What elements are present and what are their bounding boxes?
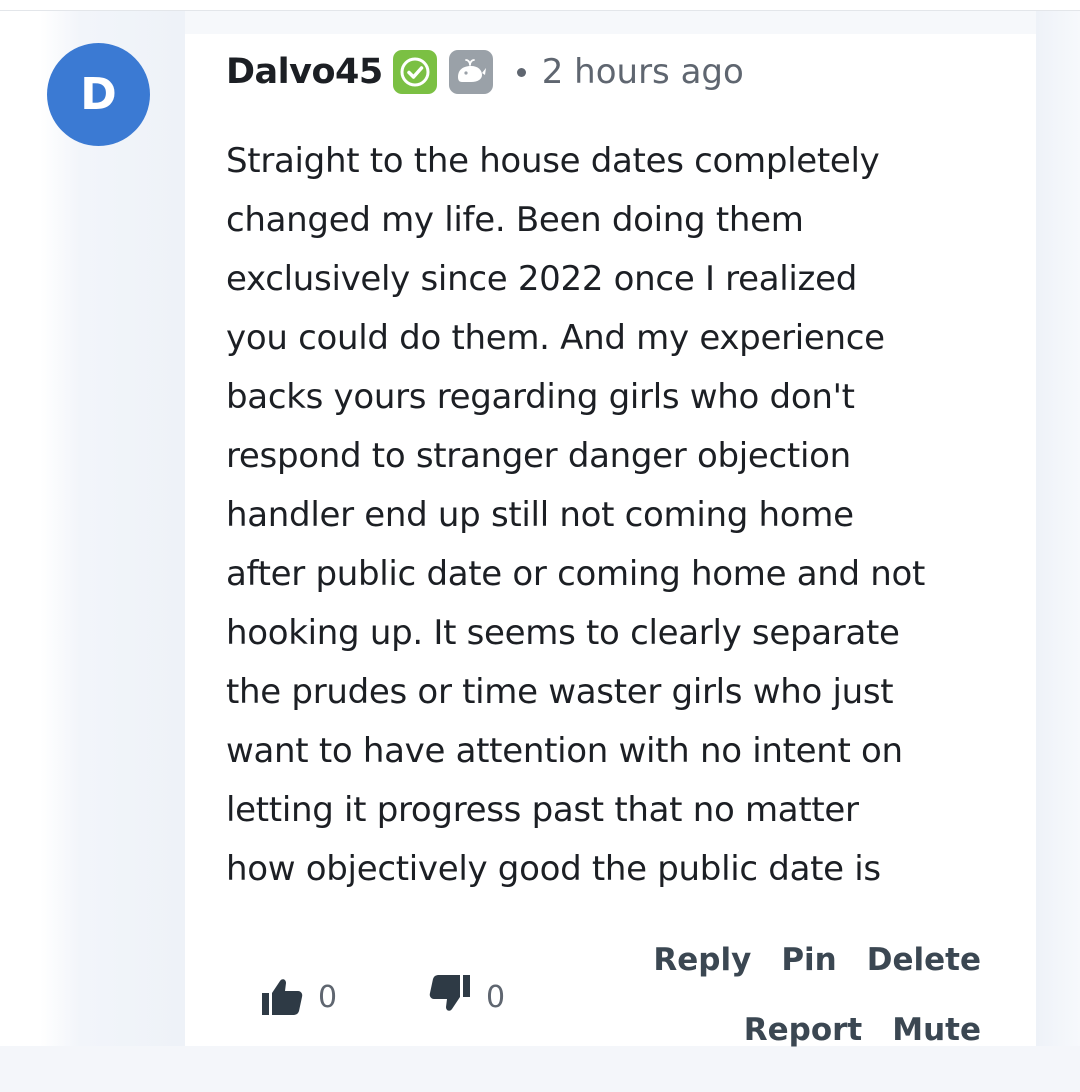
downvote-control[interactable]: 0 <box>428 972 505 1022</box>
reply-button[interactable]: Reply <box>653 938 751 982</box>
comment-body-line: Straight to the house dates completely <box>226 141 880 181</box>
pin-button[interactable]: Pin <box>781 938 836 982</box>
comment-body-line: changed my life. Been doing them <box>226 200 804 240</box>
comment-body-line: how objectively good the public date is <box>226 849 881 889</box>
comment-body-line: backs yours regarding girls who don't <box>226 377 855 417</box>
right-gutter <box>1036 11 1080 1046</box>
thumbs-down-icon[interactable] <box>428 973 472 1021</box>
whale-badge-icon <box>448 50 493 94</box>
comment-body-line: the prudes or time waster girls who just <box>226 672 894 712</box>
avatar[interactable]: D <box>47 43 150 146</box>
comment-body-line: letting it progress past that no matter <box>226 790 859 830</box>
report-button[interactable]: Report <box>744 1008 863 1052</box>
check-badge-icon <box>392 50 437 94</box>
comment-body-line: you could do them. And my experience <box>226 318 885 358</box>
comment-body-line: exclusively since 2022 once I realized <box>226 259 857 299</box>
comment-body-line: want to have attention with no intent on <box>226 731 903 771</box>
downvote-count: 0 <box>486 979 506 1015</box>
comment-actions-secondary: Report Mute <box>744 1008 981 1052</box>
upvote-control[interactable]: 0 <box>260 972 337 1022</box>
comment-header: Dalvo45 2 hours ago <box>226 44 744 100</box>
delete-button[interactable]: Delete <box>867 938 981 982</box>
left-gutter <box>0 11 185 1046</box>
comment-body-line: respond to stranger danger objection <box>226 436 851 476</box>
username[interactable]: Dalvo45 <box>226 52 383 92</box>
mute-button[interactable]: Mute <box>892 1008 981 1052</box>
top-divider <box>0 0 1080 11</box>
comment-body-line: hooking up. It seems to clearly separate <box>226 613 900 653</box>
upvote-count: 0 <box>318 979 338 1015</box>
comment-body-line: handler end up still not coming home <box>226 495 854 535</box>
timestamp: 2 hours ago <box>541 52 744 92</box>
comment-actions-primary: Reply Pin Delete <box>653 938 981 982</box>
comment-body-line: after public date or coming home and not <box>226 554 926 594</box>
thumbs-up-icon[interactable] <box>260 973 304 1021</box>
comment-body: Straight to the house dates completely c… <box>226 132 1016 899</box>
separator-dot <box>516 67 526 77</box>
bottom-band <box>0 1046 1080 1092</box>
